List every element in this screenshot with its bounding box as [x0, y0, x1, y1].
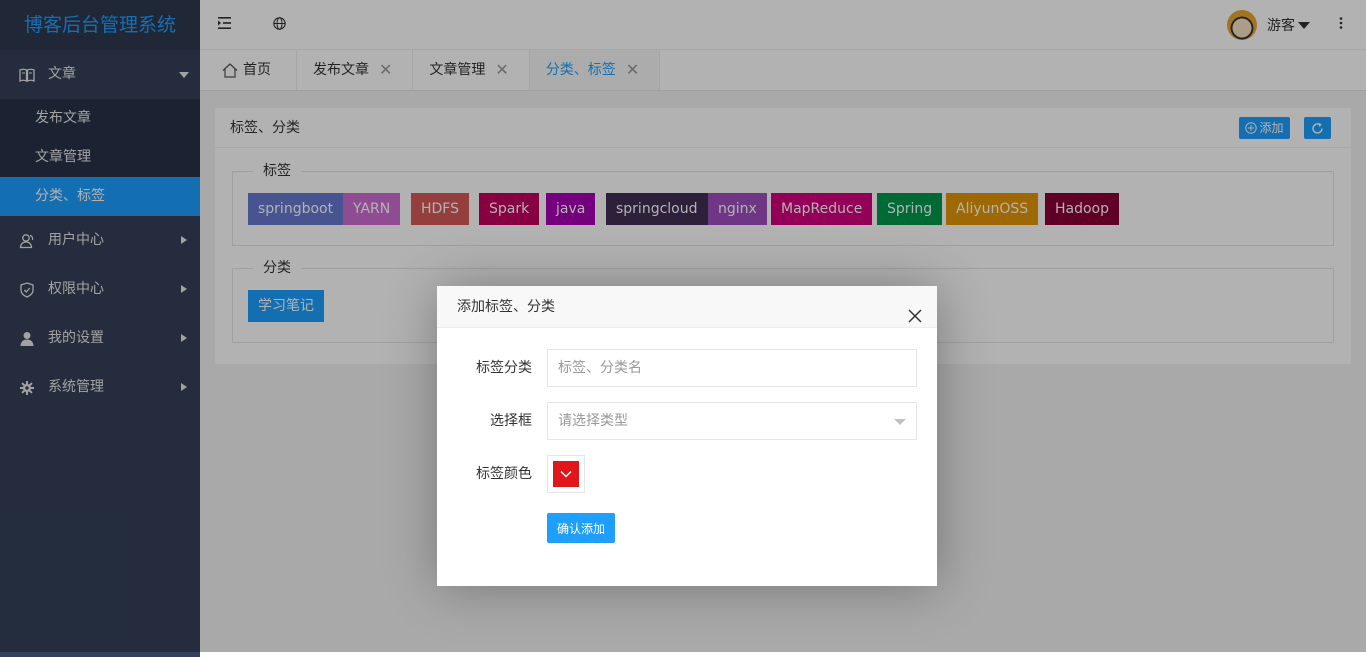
- confirm-add-button[interactable]: 确认添加: [547, 513, 615, 543]
- tag-category-name-input[interactable]: [547, 349, 917, 387]
- chevron-down-icon: [894, 419, 906, 425]
- close-icon[interactable]: [907, 299, 923, 323]
- chevron-down-icon: [560, 470, 572, 478]
- color-picker[interactable]: [547, 455, 585, 493]
- type-select[interactable]: 请选择类型: [547, 402, 917, 440]
- dialog-title: 添加标签、分类: [457, 299, 555, 315]
- color-row: 标签颜色: [437, 455, 937, 493]
- type-row: 选择框 请选择类型: [437, 402, 937, 440]
- dialog-title-bar: 添加标签、分类: [437, 286, 937, 328]
- color-swatch: [553, 461, 579, 487]
- footer-strip: [200, 652, 1366, 657]
- type-select-placeholder: 请选择类型: [558, 413, 628, 429]
- color-label: 标签颜色: [476, 466, 532, 482]
- add-tag-category-dialog: 添加标签、分类 标签分类 选择框 请选择类型 标签颜色 确认添加: [437, 286, 937, 586]
- type-label: 选择框: [490, 413, 532, 429]
- name-label: 标签分类: [476, 360, 532, 376]
- name-row: 标签分类: [437, 349, 937, 387]
